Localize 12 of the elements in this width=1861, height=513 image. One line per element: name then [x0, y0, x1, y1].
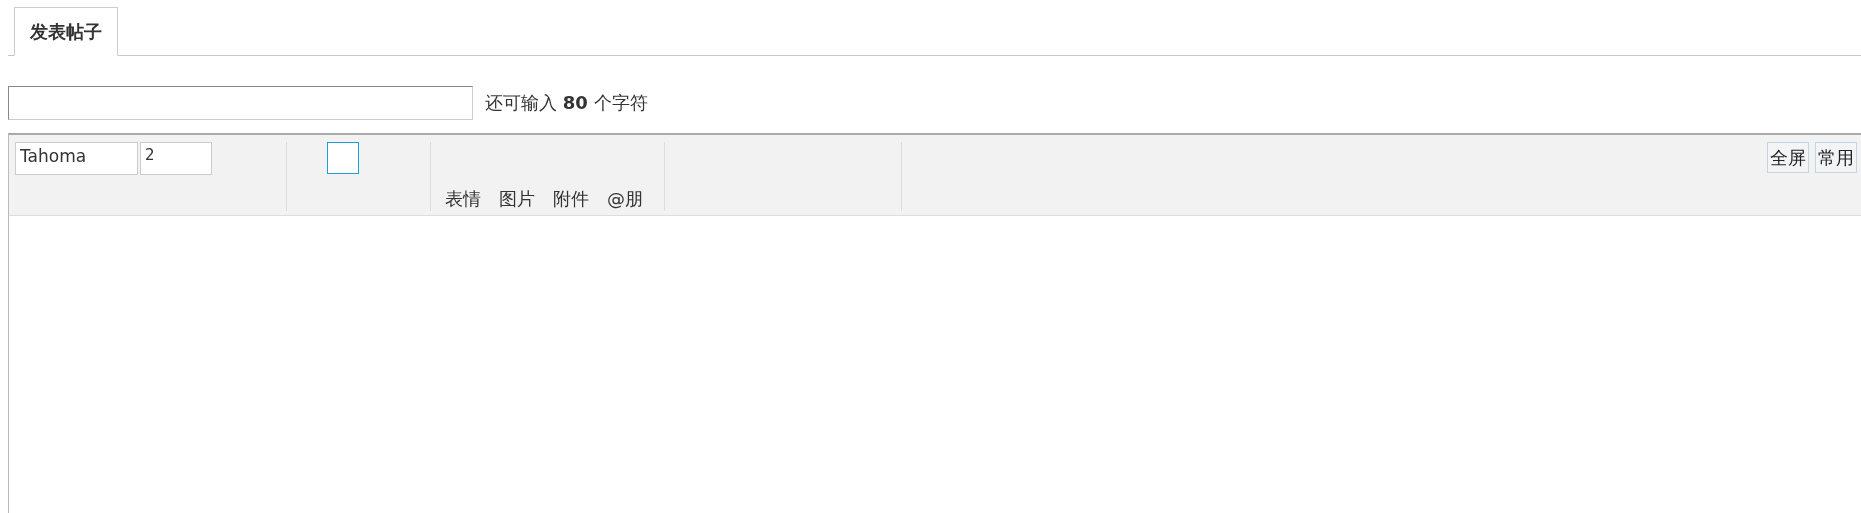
- character-counter: 还可输入 80 个字符: [485, 91, 648, 115]
- insert-link[interactable]: @朋: [607, 187, 643, 211]
- post-tab[interactable]: 发表帖子: [14, 7, 118, 56]
- toolbar-button[interactable]: 全屏: [1767, 142, 1809, 173]
- toolbar-button[interactable]: 常用: [1815, 142, 1857, 173]
- size-select[interactable]: 2: [140, 142, 212, 175]
- color-swatch[interactable]: [327, 142, 359, 174]
- insert-link[interactable]: 表情: [445, 187, 481, 211]
- insert-link[interactable]: 图片: [499, 187, 535, 211]
- insert-link[interactable]: 附件: [553, 187, 589, 211]
- font-select[interactable]: Tahoma: [15, 142, 138, 175]
- title-field[interactable]: [8, 86, 473, 120]
